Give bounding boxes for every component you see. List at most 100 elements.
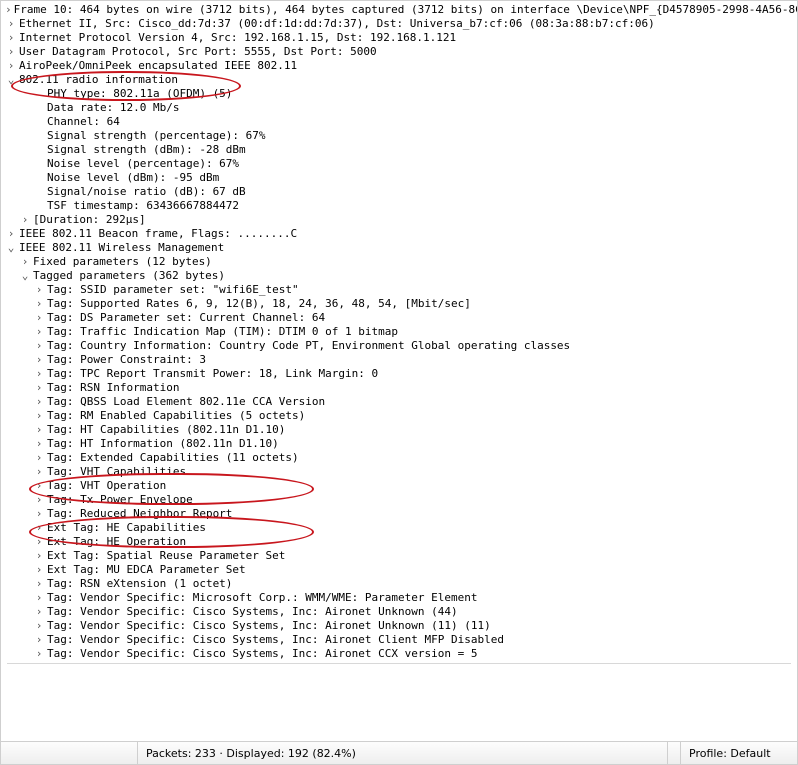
tree-row-rsn[interactable]: ›Tag: RSN Information xyxy=(1,381,797,395)
tree-row-duration[interactable]: › [Duration: 292µs] xyxy=(1,213,797,227)
tree-row-phy[interactable]: · PHY type: 802.11a (OFDM) (5) xyxy=(1,87,797,101)
country-label: Tag: Country Information: Country Code P… xyxy=(45,339,570,353)
expand-icon[interactable]: › xyxy=(33,311,45,325)
expand-icon[interactable]: › xyxy=(33,633,45,647)
vs-ccx-label: Tag: Vendor Specific: Cisco Systems, Inc… xyxy=(45,647,477,661)
tree-row-ext-cap[interactable]: ›Tag: Extended Capabilities (11 octets) xyxy=(1,451,797,465)
tree-row-vs-c44[interactable]: ›Tag: Vendor Specific: Cisco Systems, In… xyxy=(1,605,797,619)
tree-row-wmgmt[interactable]: ⌄ IEEE 802.11 Wireless Management xyxy=(1,241,797,255)
tree-row-beacon[interactable]: › IEEE 802.11 Beacon frame, Flags: .....… xyxy=(1,227,797,241)
tree-row-country[interactable]: ›Tag: Country Information: Country Code … xyxy=(1,339,797,353)
tree-row-supported-rates[interactable]: ›Tag: Supported Rates 6, 9, 12(B), 18, 2… xyxy=(1,297,797,311)
expand-icon[interactable]: › xyxy=(19,213,31,227)
tree-row-rate[interactable]: · Data rate: 12.0 Mb/s xyxy=(1,101,797,115)
status-cell-profile[interactable]: Profile: Default xyxy=(680,742,797,764)
tree-row-tagged[interactable]: ⌄ Tagged parameters (362 bytes) xyxy=(1,269,797,283)
vht-cap-label: Tag: VHT Capabilities xyxy=(45,465,186,479)
expand-icon[interactable]: › xyxy=(33,563,45,577)
tree-row-vs-ms[interactable]: ›Tag: Vendor Specific: Microsoft Corp.: … xyxy=(1,591,797,605)
tree-row-he-op[interactable]: ›Ext Tag: HE Operation xyxy=(1,535,797,549)
tree-row-qbss[interactable]: ›Tag: QBSS Load Element 802.11e CCA Vers… xyxy=(1,395,797,409)
tree-row-frame[interactable]: › Frame 10: 464 bytes on wire (3712 bits… xyxy=(1,3,797,17)
tree-row-rnr[interactable]: ›Tag: Reduced Neighbor Report xyxy=(1,507,797,521)
tree-row-ip[interactable]: › Internet Protocol Version 4, Src: 192.… xyxy=(1,31,797,45)
expand-icon[interactable]: › xyxy=(33,535,45,549)
tree-row-ethernet[interactable]: › Ethernet II, Src: Cisco_dd:7d:37 (00:d… xyxy=(1,17,797,31)
expand-icon[interactable]: › xyxy=(33,283,45,297)
expand-icon[interactable]: › xyxy=(5,3,12,17)
expand-icon[interactable]: › xyxy=(5,31,17,45)
expand-icon[interactable]: › xyxy=(33,619,45,633)
status-cell-left[interactable] xyxy=(1,742,137,764)
tree-row-noise-dbm[interactable]: · Noise level (dBm): -95 dBm xyxy=(1,171,797,185)
expand-icon[interactable]: › xyxy=(33,339,45,353)
tree-row-power-constraint[interactable]: ›Tag: Power Constraint: 3 xyxy=(1,353,797,367)
expand-icon[interactable]: › xyxy=(19,255,31,269)
tree-row-srps[interactable]: ›Ext Tag: Spatial Reuse Parameter Set xyxy=(1,549,797,563)
collapse-icon[interactable]: ⌄ xyxy=(5,73,17,87)
tree-row-muedca[interactable]: ›Ext Tag: MU EDCA Parameter Set xyxy=(1,563,797,577)
tree-row-tx-power[interactable]: ›Tag: Tx Power Envelope xyxy=(1,493,797,507)
ethernet-label: Ethernet II, Src: Cisco_dd:7d:37 (00:df:… xyxy=(17,17,655,31)
expand-icon[interactable]: › xyxy=(33,647,45,661)
expand-icon[interactable]: › xyxy=(33,479,45,493)
tree-row-channel[interactable]: · Channel: 64 xyxy=(1,115,797,129)
tree-row-snr[interactable]: · Signal/noise ratio (dB): 67 dB xyxy=(1,185,797,199)
tree-row-radio-header[interactable]: ⌄ 802.11 radio information xyxy=(1,73,797,87)
expand-icon[interactable]: › xyxy=(33,465,45,479)
expand-icon[interactable]: › xyxy=(5,17,17,31)
expand-icon[interactable]: › xyxy=(33,437,45,451)
tree-row-he-cap[interactable]: ›Ext Tag: HE Capabilities xyxy=(1,521,797,535)
tree-row-tsf[interactable]: · TSF timestamp: 63436667884472 xyxy=(1,199,797,213)
rm-label: Tag: RM Enabled Capabilities (5 octets) xyxy=(45,409,305,423)
tree-row-tpc[interactable]: ›Tag: TPC Report Transmit Power: 18, Lin… xyxy=(1,367,797,381)
he-op-label: Ext Tag: HE Operation xyxy=(45,535,186,549)
tree-row-vs-mfp[interactable]: ›Tag: Vendor Specific: Cisco Systems, In… xyxy=(1,633,797,647)
expand-icon[interactable]: › xyxy=(33,367,45,381)
tree-row-vht-op[interactable]: ›Tag: VHT Operation xyxy=(1,479,797,493)
tree-row-vs-ccx[interactable]: ›Tag: Vendor Specific: Cisco Systems, In… xyxy=(1,647,797,661)
expand-icon[interactable]: › xyxy=(33,325,45,339)
expand-icon[interactable]: › xyxy=(33,297,45,311)
tree-row-sig-pct[interactable]: · Signal strength (percentage): 67% xyxy=(1,129,797,143)
expand-icon[interactable]: › xyxy=(33,577,45,591)
expand-icon[interactable]: › xyxy=(33,507,45,521)
tree-row-rm[interactable]: ›Tag: RM Enabled Capabilities (5 octets) xyxy=(1,409,797,423)
expand-icon[interactable]: › xyxy=(33,395,45,409)
expand-icon[interactable]: › xyxy=(33,591,45,605)
tree-row-ht-cap[interactable]: ›Tag: HT Capabilities (802.11n D1.10) xyxy=(1,423,797,437)
tree-row-ssid[interactable]: ›Tag: SSID parameter set: "wifi6E_test" xyxy=(1,283,797,297)
status-bar: Packets: 233 · Displayed: 192 (82.4%) Pr… xyxy=(1,741,797,764)
collapse-icon[interactable]: ⌄ xyxy=(5,241,17,255)
expand-icon[interactable]: › xyxy=(33,381,45,395)
ext-cap-label: Tag: Extended Capabilities (11 octets) xyxy=(45,451,299,465)
noise-pct-label: Noise level (percentage): 67% xyxy=(45,157,239,171)
tree-row-tim[interactable]: ›Tag: Traffic Indication Map (TIM): DTIM… xyxy=(1,325,797,339)
tree-row-sig-dbm[interactable]: · Signal strength (dBm): -28 dBm xyxy=(1,143,797,157)
tree-row-vs-c11[interactable]: ›Tag: Vendor Specific: Cisco Systems, In… xyxy=(1,619,797,633)
packet-details-tree[interactable]: › Frame 10: 464 bytes on wire (3712 bits… xyxy=(1,1,797,741)
expand-icon[interactable]: › xyxy=(33,493,45,507)
tree-row-rsn-ext[interactable]: ›Tag: RSN eXtension (1 octet) xyxy=(1,577,797,591)
expand-icon[interactable]: › xyxy=(33,353,45,367)
tree-row-ds-param[interactable]: ›Tag: DS Parameter set: Current Channel:… xyxy=(1,311,797,325)
tree-row-noise-pct[interactable]: · Noise level (percentage): 67% xyxy=(1,157,797,171)
expand-icon[interactable]: › xyxy=(33,409,45,423)
tree-row-ht-info[interactable]: ›Tag: HT Information (802.11n D1.10) xyxy=(1,437,797,451)
expand-icon[interactable]: › xyxy=(33,423,45,437)
pane-divider xyxy=(7,663,791,664)
tree-row-airopeek[interactable]: › AiroPeek/OmniPeek encapsulated IEEE 80… xyxy=(1,59,797,73)
expand-icon[interactable]: › xyxy=(5,45,17,59)
expand-icon[interactable]: › xyxy=(5,227,17,241)
tree-row-vht-cap[interactable]: ›Tag: VHT Capabilities xyxy=(1,465,797,479)
collapse-icon[interactable]: ⌄ xyxy=(19,269,31,283)
tree-row-fixed[interactable]: › Fixed parameters (12 bytes) xyxy=(1,255,797,269)
expand-icon[interactable]: › xyxy=(33,451,45,465)
qbss-label: Tag: QBSS Load Element 802.11e CCA Versi… xyxy=(45,395,325,409)
status-cell-packets[interactable]: Packets: 233 · Displayed: 192 (82.4%) xyxy=(137,742,667,764)
expand-icon[interactable]: › xyxy=(33,549,45,563)
tree-row-udp[interactable]: › User Datagram Protocol, Src Port: 5555… xyxy=(1,45,797,59)
expand-icon[interactable]: › xyxy=(5,59,17,73)
expand-icon[interactable]: › xyxy=(33,521,45,535)
expand-icon[interactable]: › xyxy=(33,605,45,619)
